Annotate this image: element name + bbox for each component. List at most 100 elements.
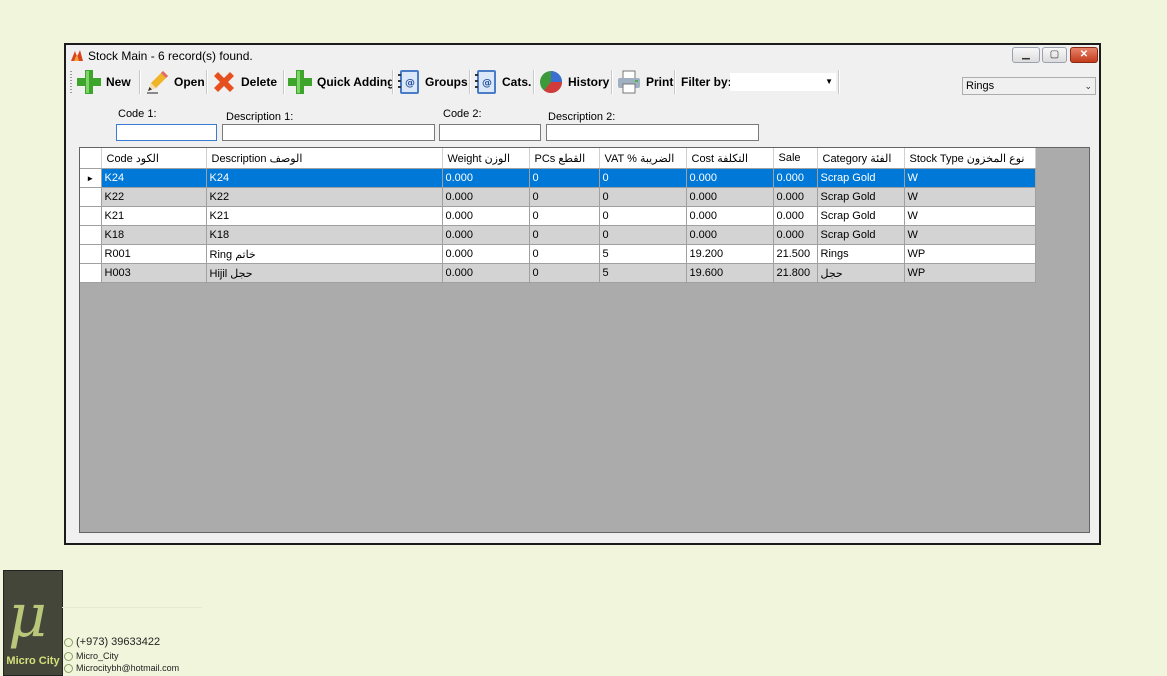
column-header[interactable]: Category الفئة [817, 148, 905, 169]
pcs-cell[interactable]: 0 [529, 244, 600, 264]
pcs-cell[interactable]: 0 [529, 225, 600, 245]
table-row[interactable]: ► K24 K24 0.000 0 0 0.000 0.000 Scrap Go… [80, 168, 1036, 188]
row-selector[interactable] [80, 206, 102, 226]
table-row[interactable]: H003 Hijil حجل 0.000 0 5 19.600 21.800 ح… [80, 263, 1036, 283]
contact-email: Microcitybh@hotmail.com [64, 663, 179, 673]
cost-cell[interactable]: 0.000 [686, 225, 774, 245]
title-bar[interactable]: Stock Main - 6 record(s) found. ▁ ▢ ✕ [66, 45, 1099, 66]
pcs-cell[interactable]: 0 [529, 206, 600, 226]
cost-cell[interactable]: 0.000 [686, 206, 774, 226]
weight-cell[interactable]: 0.000 [442, 168, 530, 188]
category-cell[interactable]: Scrap Gold [817, 187, 905, 207]
row-selector[interactable] [80, 244, 102, 264]
column-header[interactable]: VAT % الضريبة [599, 148, 687, 169]
quick-adding-button[interactable]: Quick Adding [287, 67, 395, 97]
description-cell[interactable]: Hijil حجل [206, 263, 443, 283]
description1-input[interactable] [222, 124, 435, 141]
sale-cell[interactable]: 0.000 [773, 187, 818, 207]
weight-cell[interactable]: 0.000 [442, 263, 530, 283]
stock-type-cell[interactable]: WP [904, 244, 1036, 264]
weight-cell[interactable]: 0.000 [442, 187, 530, 207]
category-cell[interactable]: Rings [817, 244, 905, 264]
stock-type-cell[interactable]: W [904, 187, 1036, 207]
pcs-cell[interactable]: 0 [529, 168, 600, 188]
code-cell[interactable]: K21 [101, 206, 207, 226]
description-cell[interactable]: K21 [206, 206, 443, 226]
pcs-cell[interactable]: 0 [529, 187, 600, 207]
description-cell[interactable]: Ring خاتم [206, 244, 443, 264]
row-selector[interactable] [80, 225, 102, 245]
stock-grid[interactable]: Code الكود Description الوصف Weight الوز… [79, 147, 1090, 533]
vat-cell[interactable]: 0 [599, 187, 687, 207]
groups-button[interactable]: @ Groups [397, 67, 468, 97]
stock-type-cell[interactable]: W [904, 225, 1036, 245]
row-selector[interactable] [80, 187, 102, 207]
pcs-cell[interactable]: 0 [529, 263, 600, 283]
print-button[interactable]: Print [616, 67, 673, 97]
vat-cell[interactable]: 0 [599, 206, 687, 226]
sale-cell[interactable]: 0.000 [773, 225, 818, 245]
toolbar-grip[interactable] [70, 71, 72, 93]
column-header[interactable]: Stock Type نوع المخزون [904, 148, 1036, 169]
code-cell[interactable]: K24 [101, 168, 207, 188]
sale-cell[interactable]: 0.000 [773, 168, 818, 188]
minimize-button[interactable]: ▁ [1012, 47, 1040, 63]
cost-cell[interactable]: 19.200 [686, 244, 774, 264]
table-row[interactable]: K22 K22 0.000 0 0 0.000 0.000 Scrap Gold… [80, 187, 1036, 207]
description-cell[interactable]: K22 [206, 187, 443, 207]
sale-cell[interactable]: 0.000 [773, 206, 818, 226]
description-cell[interactable]: K24 [206, 168, 443, 188]
address-book-icon: @ [475, 70, 496, 94]
groups-label: Groups [425, 75, 468, 89]
column-header[interactable]: Description الوصف [206, 148, 443, 169]
column-header[interactable]: PCs القطع [529, 148, 600, 169]
maximize-button[interactable]: ▢ [1042, 47, 1067, 63]
stock-type-cell[interactable]: WP [904, 263, 1036, 283]
category-cell[interactable]: حجل [817, 263, 905, 283]
table-row[interactable]: K21 K21 0.000 0 0 0.000 0.000 Scrap Gold… [80, 206, 1036, 226]
code1-input[interactable] [116, 124, 217, 141]
table-row[interactable]: R001 Ring خاتم 0.000 0 5 19.200 21.500 R… [80, 244, 1036, 264]
column-header[interactable]: Sale [773, 148, 818, 169]
row-header-corner[interactable] [80, 148, 102, 169]
cats-button[interactable]: @ Cats. [474, 67, 531, 97]
column-header[interactable]: Cost التكلفة [686, 148, 774, 169]
stock-type-cell[interactable]: W [904, 168, 1036, 188]
filter-by-label: Filter by: [681, 75, 732, 89]
cost-cell[interactable]: 0.000 [686, 168, 774, 188]
description-cell[interactable]: K18 [206, 225, 443, 245]
weight-cell[interactable]: 0.000 [442, 244, 530, 264]
row-selector[interactable] [80, 263, 102, 283]
delete-button[interactable]: Delete [211, 67, 277, 97]
code-cell[interactable]: R001 [101, 244, 207, 264]
code-cell[interactable]: H003 [101, 263, 207, 283]
category-cell[interactable]: Scrap Gold [817, 225, 905, 245]
code2-input[interactable] [439, 124, 541, 141]
history-button[interactable]: History [538, 67, 609, 97]
sale-cell[interactable]: 21.500 [773, 244, 818, 264]
category-cell[interactable]: Scrap Gold [817, 168, 905, 188]
column-header[interactable]: Code الكود [101, 148, 207, 169]
vat-cell[interactable]: 0 [599, 225, 687, 245]
cost-cell[interactable]: 0.000 [686, 187, 774, 207]
category-cell[interactable]: Scrap Gold [817, 206, 905, 226]
filter-by-dropdown[interactable]: ▼ [730, 73, 836, 91]
code-cell[interactable]: K18 [101, 225, 207, 245]
vat-cell[interactable]: 0 [599, 168, 687, 188]
weight-cell[interactable]: 0.000 [442, 206, 530, 226]
open-button[interactable]: Open [144, 67, 205, 97]
cost-cell[interactable]: 19.600 [686, 263, 774, 283]
close-button[interactable]: ✕ [1070, 47, 1098, 63]
column-header[interactable]: Weight الوزن [442, 148, 530, 169]
vat-cell[interactable]: 5 [599, 244, 687, 264]
stock-type-dropdown[interactable]: Rings ⌄ [962, 77, 1096, 95]
stock-type-cell[interactable]: W [904, 206, 1036, 226]
weight-cell[interactable]: 0.000 [442, 225, 530, 245]
description2-input[interactable] [546, 124, 759, 141]
sale-cell[interactable]: 21.800 [773, 263, 818, 283]
vat-cell[interactable]: 5 [599, 263, 687, 283]
row-selector-arrow-icon[interactable]: ► [80, 168, 102, 188]
code-cell[interactable]: K22 [101, 187, 207, 207]
new-button[interactable]: New [76, 67, 131, 97]
table-row[interactable]: K18 K18 0.000 0 0 0.000 0.000 Scrap Gold… [80, 225, 1036, 245]
